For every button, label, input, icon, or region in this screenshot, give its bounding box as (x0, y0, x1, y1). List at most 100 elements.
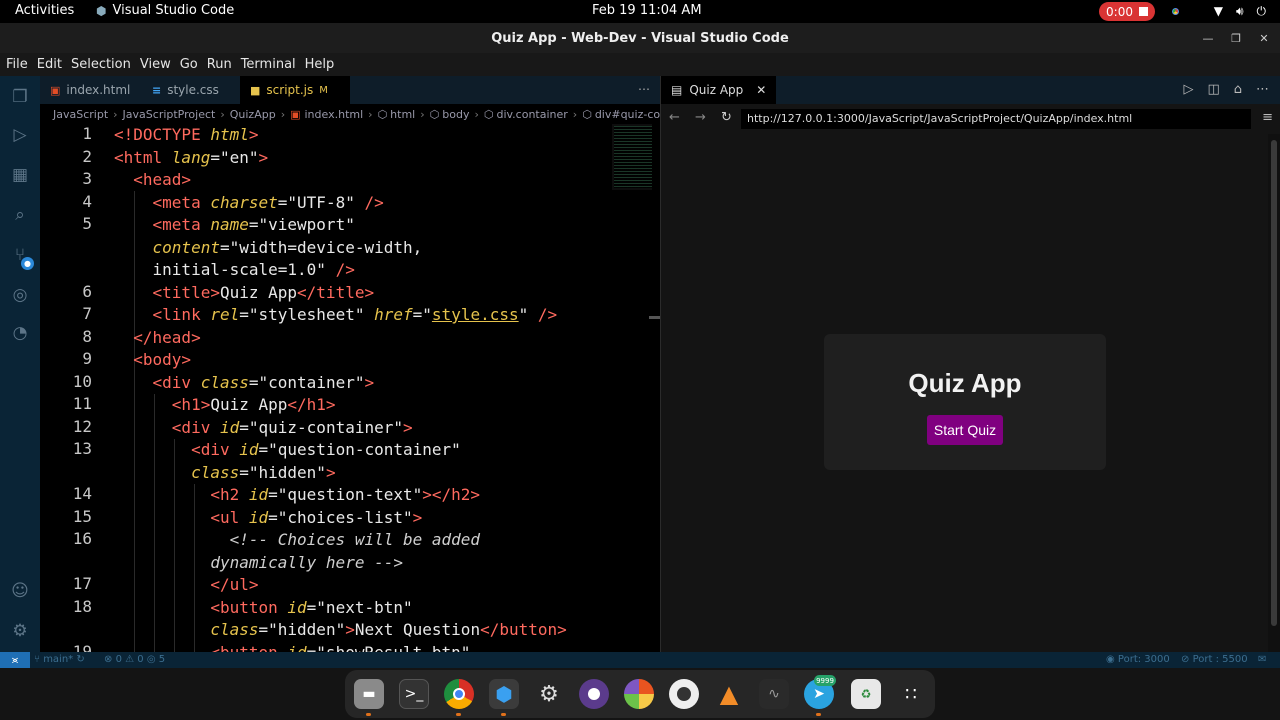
files-icon[interactable]: ▬ (354, 679, 384, 716)
remote-explorer-icon[interactable]: ◎ (9, 284, 31, 306)
forward-arrow-icon[interactable]: → (695, 110, 706, 125)
screen-recorder-icon[interactable] (579, 679, 609, 709)
search-icon[interactable]: ⌕ (9, 204, 31, 226)
close-window-button[interactable]: ✕ (1255, 29, 1273, 47)
menu-run[interactable]: Run (207, 53, 232, 76)
code-line[interactable]: <title>Quiz App</title> (114, 282, 375, 305)
code-line[interactable]: <button id="next-btn" (114, 597, 412, 620)
restore-button[interactable]: ❐ (1227, 29, 1245, 47)
chrome-tray-icon[interactable] (1169, 5, 1182, 18)
code-line[interactable]: <head> (114, 169, 191, 192)
accounts-icon[interactable]: ☺ (9, 580, 31, 602)
branch-indicator[interactable]: ⑂ main* ↻ (34, 654, 85, 665)
tab-index-html[interactable]: ▣ index.html (40, 76, 136, 104)
close-tab-icon[interactable]: ✕ (756, 83, 766, 97)
explorer-icon[interactable]: ❐ (9, 86, 31, 108)
code-token: <meta (152, 215, 211, 234)
code-line[interactable]: class="hidden">Next Question</button> (114, 619, 566, 642)
code-line[interactable]: <meta name="viewport" (114, 214, 355, 237)
code-line[interactable]: content="width=device-width, (114, 237, 423, 260)
breadcrumb-item[interactable]: JavaScript (53, 108, 108, 121)
run-icon[interactable]: ▷ (1183, 82, 1193, 97)
vlc-icon[interactable]: ▲ (714, 679, 744, 709)
scrollbar-thumb[interactable] (1271, 140, 1277, 626)
menu-terminal[interactable]: Terminal (241, 53, 296, 76)
code-line[interactable]: <div id="quiz-container"> (114, 417, 413, 440)
preview-scrollbar[interactable] (1268, 134, 1280, 652)
tab-quiz-app-preview[interactable]: ▤ Quiz App ✕ (661, 76, 777, 104)
tab-style-css[interactable]: ≡ style.css (142, 76, 232, 104)
minimap[interactable] (608, 124, 660, 652)
menu-view[interactable]: View (140, 53, 171, 76)
code-line[interactable]: <button id="showResult-btn" (114, 642, 470, 653)
code-line[interactable]: dynamically here --> (114, 552, 403, 575)
system-tray[interactable]: ▼ 🔊︎ ⏻ (1214, 4, 1266, 19)
code-line[interactable]: <!-- Choices will be added (114, 529, 480, 552)
run-debug-icon[interactable]: ▷ (9, 124, 31, 146)
minimize-button[interactable]: — (1199, 29, 1217, 47)
code-line[interactable]: <body> (114, 349, 191, 372)
line-number: 2 (82, 146, 92, 166)
breadcrumb-item[interactable]: html (390, 108, 415, 121)
back-arrow-icon[interactable]: ← (669, 110, 680, 125)
screen-recording-indicator[interactable]: 0:00 (1099, 2, 1155, 21)
breadcrumb-item[interactable]: body (442, 108, 469, 121)
chrome-icon[interactable] (444, 679, 474, 716)
activities-button[interactable]: Activities (15, 3, 74, 18)
edge-devtools-icon[interactable]: ◔ (9, 322, 31, 344)
vscode-dock-icon[interactable]: ⬢ (489, 679, 519, 716)
trash-icon[interactable]: ♻ (851, 679, 881, 709)
chevron-right-icon: › (368, 107, 373, 121)
hamburger-menu-icon[interactable]: ≡ (1262, 110, 1273, 125)
breadcrumb-item[interactable]: JavaScriptProject (123, 108, 216, 121)
breadcrumb-item[interactable]: index.html (305, 108, 364, 121)
start-quiz-button[interactable]: Start Quiz (926, 415, 1004, 445)
menu-selection[interactable]: Selection (71, 53, 131, 76)
more-actions-icon[interactable]: ⋯ (1256, 82, 1269, 97)
menu-help[interactable]: Help (305, 53, 335, 76)
split-editor-icon[interactable]: ◫ (1207, 82, 1219, 97)
notifications-bell-icon[interactable]: ✉ (1258, 654, 1266, 665)
more-actions-icon[interactable]: ⋯ (638, 82, 650, 96)
code-line[interactable]: <h1>Quiz App</h1> (114, 394, 336, 417)
lock-icon[interactable]: ⌂ (1234, 82, 1242, 97)
breadcrumb-item[interactable]: div.container (496, 108, 567, 121)
app-menu[interactable]: ⬢ Visual Studio Code (96, 3, 234, 18)
code-line[interactable]: <link rel="stylesheet" href="style.css" … (114, 304, 558, 327)
reload-icon[interactable]: ↻ (721, 110, 732, 125)
tab-script-js[interactable]: ■ script.js M (240, 76, 350, 104)
system-monitor-icon[interactable]: ∿ (759, 679, 789, 709)
settings-gear-icon[interactable]: ⚙ (534, 679, 564, 709)
show-apps-grid-icon[interactable]: ∷ (896, 679, 926, 709)
code-line[interactable]: class="hidden"> (114, 462, 336, 485)
code-editor[interactable]: 1 2 3 4 5 6 7 8 9 10 11 12 13 14 15 16 17 18 19 <!DOCTYPE … (40, 124, 660, 652)
menu-edit[interactable]: Edit (37, 53, 62, 76)
code-line[interactable]: </ul> (114, 574, 258, 597)
color-picker-icon[interactable] (624, 679, 654, 709)
live-server-port[interactable]: ◉ Port: 3000 (1106, 654, 1170, 665)
code-line[interactable]: <ul id="choices-list"> (114, 507, 422, 530)
remote-indicator[interactable]: ⪤ (0, 652, 30, 668)
menu-go[interactable]: Go (180, 53, 198, 76)
breadcrumb-item[interactable]: QuizApp (230, 108, 276, 121)
menu-file[interactable]: File (6, 53, 28, 76)
obs-icon[interactable] (669, 679, 699, 709)
code-line[interactable]: <h2 id="question-text"></h2> (114, 484, 480, 507)
clock[interactable]: Feb 19 11:04 AM (592, 3, 702, 18)
code-line[interactable]: <div class="container"> (114, 372, 375, 395)
manage-gear-icon[interactable]: ⚙ (9, 620, 31, 642)
breadcrumb-item[interactable]: div#quiz-containe (595, 108, 660, 121)
terminal-icon[interactable]: >_ (399, 679, 429, 709)
code-line[interactable]: initial-scale=1.0" /> (114, 259, 355, 282)
go-live-port[interactable]: ⊘ Port : 5500 (1181, 654, 1248, 665)
problems-indicator[interactable]: ⊗ 0 ⚠ 0 ◎ 5 (104, 654, 165, 665)
code-line[interactable]: <div id="question-container" (114, 439, 461, 462)
js-file-icon: ■ (250, 83, 261, 97)
code-line[interactable]: </head> (114, 327, 200, 350)
code-line[interactable]: <html lang="en"> (114, 147, 268, 170)
code-line[interactable]: <meta charset="UTF-8" /> (114, 192, 384, 215)
code-line[interactable]: <!DOCTYPE html> (114, 124, 259, 147)
url-bar[interactable]: http://127.0.0.1:3000/JavaScript/JavaScr… (741, 109, 1251, 129)
extensions-icon[interactable]: ▦ (9, 164, 31, 186)
